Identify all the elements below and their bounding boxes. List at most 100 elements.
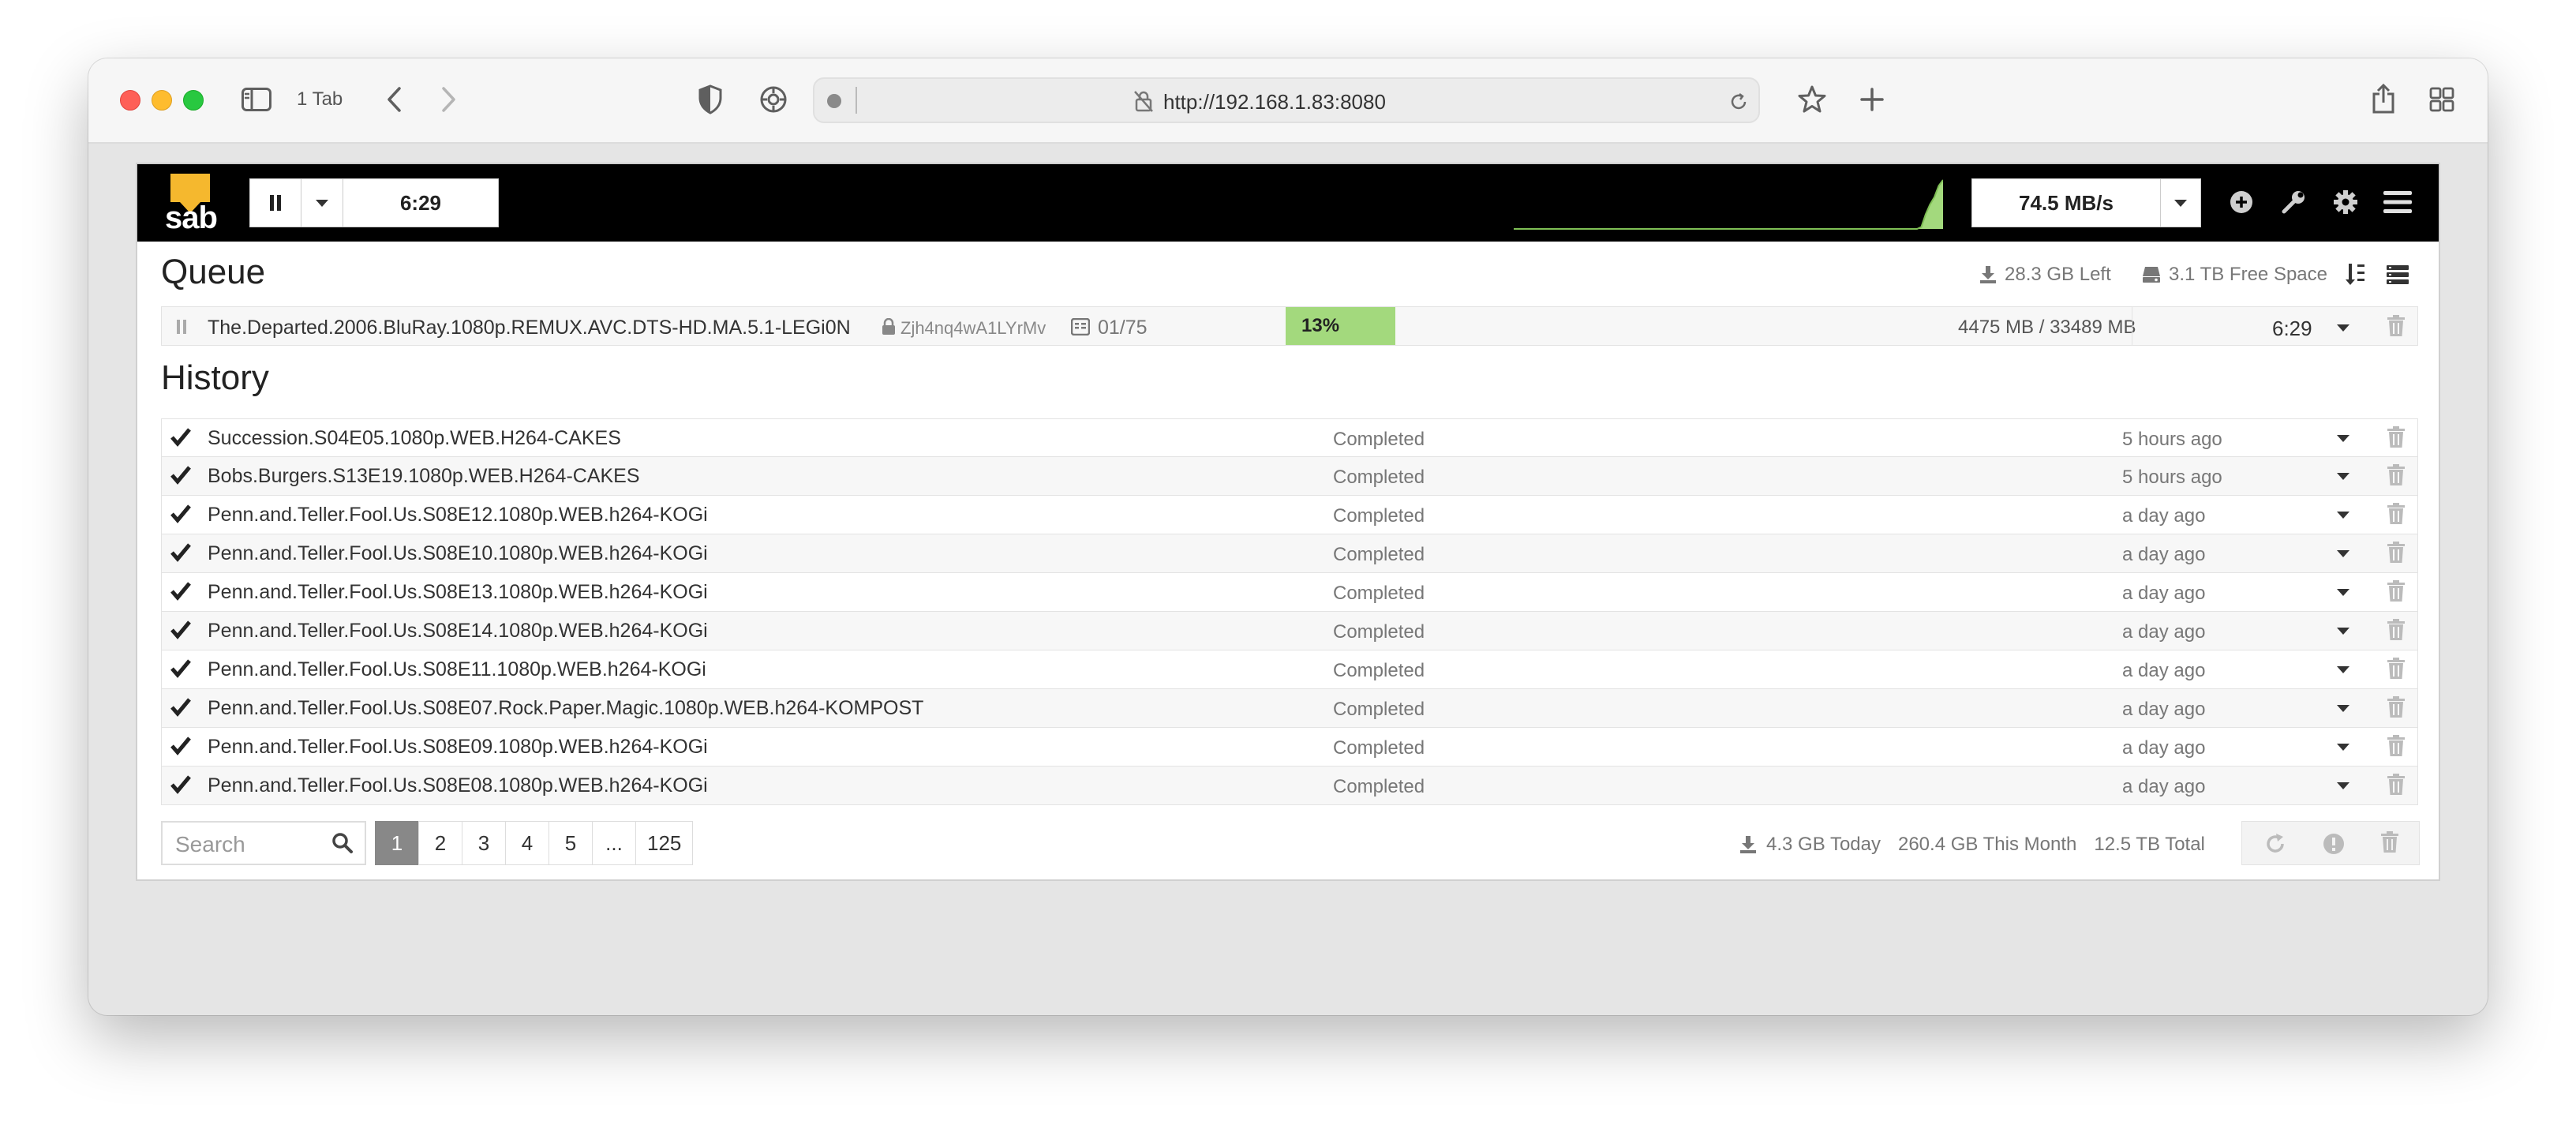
text-cursor [856, 87, 857, 114]
speed-limit-display[interactable]: 74.5 MB/s [1971, 178, 2161, 227]
multi-edit-icon[interactable] [2387, 265, 2409, 286]
page-5-button[interactable]: 5 [549, 821, 593, 865]
check-icon [170, 581, 192, 605]
delete-history-trash-icon[interactable] [2387, 735, 2405, 761]
chevron-down-icon[interactable] [2337, 782, 2349, 789]
url-text[interactable]: http://192.168.1.83:8080 [1163, 90, 1386, 114]
delete-history-trash-icon[interactable] [2387, 774, 2405, 800]
page-4-button[interactable]: 4 [505, 821, 549, 865]
history-search-input[interactable] [174, 830, 319, 859]
history-item-name[interactable]: Penn.and.Teller.Fool.Us.S08E13.1080p.WEB… [208, 581, 708, 604]
history-item-time: a day ago [2122, 505, 2206, 527]
chevron-down-icon[interactable] [2337, 550, 2349, 557]
delete-history-trash-icon[interactable] [2387, 542, 2405, 568]
queue-left-info: 28.3 GB Left [1979, 264, 2111, 286]
delete-history-trash-icon[interactable] [2387, 619, 2405, 645]
bookmark-star-icon[interactable] [1796, 84, 1828, 115]
pause-item-icon[interactable] [176, 319, 187, 335]
delete-history-trash-icon[interactable] [2387, 464, 2405, 490]
history-item-name[interactable]: Penn.and.Teller.Fool.Us.S08E12.1080p.WEB… [208, 504, 708, 527]
privacy-shield-icon[interactable] [696, 84, 724, 115]
history-row[interactable]: Penn.and.Teller.Fool.Us.S08E09.1080p.WEB… [161, 728, 2418, 767]
check-icon [170, 658, 192, 683]
search-icon[interactable] [331, 832, 354, 854]
files-icon[interactable] [1070, 317, 1091, 336]
delete-history-trash-icon[interactable] [2387, 503, 2405, 529]
chevron-down-icon[interactable] [2337, 589, 2349, 596]
hamburger-menu-icon[interactable] [2382, 188, 2413, 216]
download-stats: 4.3 GB Today 260.4 GB This Month 12.5 TB… [1739, 834, 2205, 856]
add-nzb-icon[interactable] [2227, 188, 2256, 216]
page-last-button[interactable]: 125 [635, 821, 694, 865]
address-bar[interactable]: http://192.168.1.83:8080 [813, 77, 1760, 123]
queue-item[interactable]: 13% The.Departed.2006.BluRay.1080p.REMUX… [161, 306, 2418, 346]
history-item-name[interactable]: Bobs.Burgers.S13E19.1080p.WEB.H264-CAKES [208, 465, 640, 488]
page-1-button[interactable]: 1 [375, 821, 419, 865]
check-icon [170, 774, 192, 799]
sort-queue-icon[interactable] [2346, 262, 2366, 286]
sab-navbar: sab 6:29 74.5 MB/s [137, 164, 2439, 242]
history-item-name[interactable]: Succession.S04E05.1080p.WEB.H264-CAKES [208, 427, 621, 450]
chevron-down-icon[interactable] [2337, 744, 2349, 751]
history-item-time: a day ago [2122, 583, 2206, 604]
chevron-down-icon[interactable] [2337, 705, 2349, 712]
history-row[interactable]: Penn.and.Teller.Fool.Us.S08E07.Rock.Pape… [161, 689, 2418, 728]
failed-only-icon[interactable] [2323, 833, 2345, 855]
zoom-window-button[interactable] [183, 90, 204, 111]
history-item-name[interactable]: Penn.and.Teller.Fool.Us.S08E08.1080p.WEB… [208, 774, 708, 797]
delete-item-trash-icon[interactable] [2387, 315, 2405, 341]
history-row[interactable]: Penn.and.Teller.Fool.Us.S08E14.1080p.WEB… [161, 612, 2418, 650]
history-row[interactable]: Penn.and.Teller.Fool.Us.S08E08.1080p.WEB… [161, 767, 2418, 805]
share-icon[interactable] [2369, 82, 2398, 115]
history-row[interactable]: Penn.and.Teller.Fool.Us.S08E13.1080p.WEB… [161, 573, 2418, 612]
delete-history-trash-icon[interactable] [2387, 580, 2405, 606]
delete-history-trash-icon[interactable] [2387, 658, 2405, 684]
history-row[interactable]: Penn.and.Teller.Fool.Us.S08E11.1080p.WEB… [161, 650, 2418, 689]
speed-limit-dropdown[interactable] [2160, 178, 2201, 227]
sidebar-icon[interactable] [242, 87, 271, 112]
back-icon[interactable] [382, 85, 406, 114]
chevron-down-icon[interactable] [2337, 473, 2349, 480]
queue-item-name[interactable]: The.Departed.2006.BluRay.1080p.REMUX.AVC… [208, 317, 851, 339]
history-item-name[interactable]: Penn.and.Teller.Fool.Us.S08E07.Rock.Pape… [208, 697, 923, 720]
settings-gear-icon[interactable] [2331, 188, 2360, 216]
retry-all-icon[interactable] [2264, 833, 2286, 855]
tab-count[interactable]: 1 Tab [297, 88, 343, 111]
download-icon [1740, 836, 1756, 853]
history-search-box [161, 821, 366, 865]
minimize-window-button[interactable] [152, 90, 172, 111]
chevron-down-icon[interactable] [2337, 666, 2349, 673]
chevron-down-icon[interactable] [2337, 628, 2349, 635]
page-3-button[interactable]: 3 [462, 821, 506, 865]
chevron-down-icon [2174, 199, 2187, 207]
page-2-button[interactable]: 2 [418, 821, 462, 865]
delete-history-trash-icon[interactable] [2387, 696, 2405, 722]
history-item-name[interactable]: Penn.and.Teller.Fool.Us.S08E11.1080p.WEB… [208, 658, 706, 681]
history-row[interactable]: Penn.and.Teller.Fool.Us.S08E10.1080p.WEB… [161, 534, 2418, 573]
item-options-chevron-icon[interactable] [2337, 324, 2349, 332]
sab-logo[interactable]: sab [161, 174, 221, 235]
history-row[interactable]: Succession.S04E05.1080p.WEB.H264-CAKES Co… [161, 418, 2418, 457]
new-tab-plus-icon[interactable] [1858, 85, 1886, 114]
sab-logo-text: sab [165, 201, 218, 235]
extensions-gear-icon[interactable] [758, 84, 789, 115]
tab-overview-icon[interactable] [2428, 85, 2456, 114]
wrench-icon[interactable] [2279, 188, 2308, 216]
history-item-name[interactable]: Penn.and.Teller.Fool.Us.S08E14.1080p.WEB… [208, 620, 708, 643]
history-row[interactable]: Penn.and.Teller.Fool.Us.S08E12.1080p.WEB… [161, 496, 2418, 534]
history-item-name[interactable]: Penn.and.Teller.Fool.Us.S08E09.1080p.WEB… [208, 736, 708, 759]
pause-duration-dropdown[interactable] [301, 178, 343, 227]
history-item-name[interactable]: Penn.and.Teller.Fool.Us.S08E10.1080p.WEB… [208, 542, 708, 565]
chevron-down-icon[interactable] [2337, 512, 2349, 519]
delete-history-trash-icon[interactable] [2387, 426, 2405, 452]
speed-graph-line [1514, 179, 1943, 230]
purge-history-trash-icon[interactable] [2381, 831, 2400, 855]
queue-item-password: Zjh4nq4wA1LYrMv [900, 318, 1046, 338]
history-item-time: 5 hours ago [2122, 467, 2222, 488]
close-window-button[interactable] [120, 90, 140, 111]
pause-queue-button[interactable] [249, 178, 301, 227]
forward-icon[interactable] [437, 85, 461, 114]
chevron-down-icon[interactable] [2337, 435, 2349, 442]
reload-icon[interactable] [1728, 92, 1749, 112]
history-row[interactable]: Bobs.Burgers.S13E19.1080p.WEB.H264-CAKES… [161, 457, 2418, 496]
